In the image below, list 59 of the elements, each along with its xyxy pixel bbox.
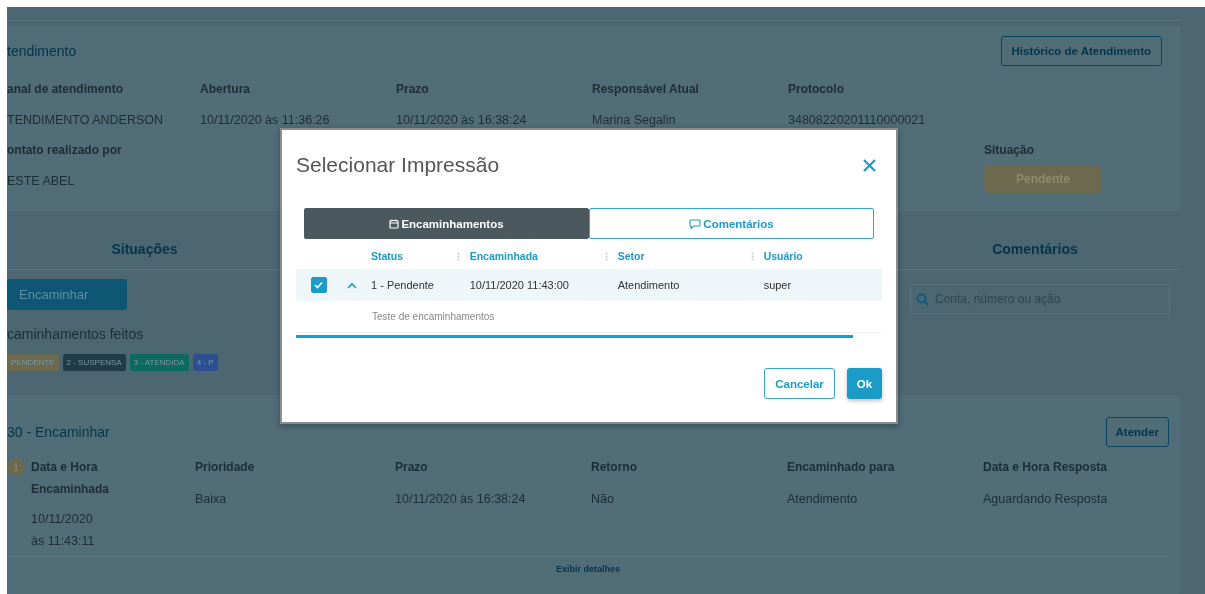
ok-button[interactable]: Ok: [847, 368, 882, 399]
caret-icon[interactable]: [347, 281, 358, 289]
attend-button[interactable]: Atender: [1105, 417, 1169, 447]
field-value: 10/11/2020 às 11:36:26: [200, 113, 331, 127]
table-cell: 10/11/2020 11:43:00: [469, 279, 569, 291]
table-cell: 1 - Pendente: [371, 279, 434, 291]
status-tag: PENDENTE: [7, 354, 59, 371]
details-link[interactable]: Exibir detalhes: [556, 564, 620, 574]
dialog-tab[interactable]: Encaminhamentos: [304, 208, 589, 239]
field-label: Prioridade: [195, 459, 255, 476]
field-value: ESTE ABEL: [7, 174, 76, 188]
field-label: Responsável Atual: [592, 82, 700, 96]
dialog-tab[interactable]: Comentários: [589, 208, 874, 239]
field-label: Encaminhado para: [787, 459, 895, 476]
card-title: 30 - Encaminhar: [7, 424, 110, 440]
close-icon[interactable]: [863, 158, 876, 172]
field-label: ontato realizado por: [7, 143, 123, 157]
field-label: Data e Hora Encaminhada: [31, 459, 111, 498]
dialog-title: Selecionar Impressão: [296, 153, 500, 177]
field-label: Prazo: [395, 459, 428, 476]
field-label: Data e Hora Resposta: [983, 459, 1108, 476]
column-header[interactable]: Status: [371, 250, 404, 262]
check-icon: [314, 281, 324, 289]
calendar-icon: [389, 218, 400, 229]
forward-button[interactable]: Encaminhar: [7, 279, 127, 310]
field-value: 10/11/2020 às 16:38:24: [396, 113, 528, 127]
horizontal-scrollbar[interactable]: [296, 335, 853, 338]
row-detail: Teste de encaminhamentos: [372, 311, 495, 322]
status-tag: 4 - P: [192, 354, 218, 371]
field-value: Baixa: [195, 492, 228, 506]
section-subtitle: caminhamentos feitos: [7, 326, 144, 342]
status-tag: 3 - ATENDIDA: [129, 354, 189, 371]
status-tag: 2 - SUSPENSA: [62, 354, 126, 371]
field-label: Prazo: [396, 82, 430, 96]
field-label: Retorno: [591, 459, 637, 476]
column-header[interactable]: Usuário: [763, 250, 803, 262]
field-label: Protocolo: [788, 82, 845, 96]
field-value: 10/11/2020 às 11:43:11: [31, 511, 96, 550]
search-icon: [916, 293, 929, 306]
field-label: anal de atendimento: [7, 82, 125, 96]
field-value: TENDIMENTO ANDERSON: [7, 113, 165, 127]
table-cell: super: [763, 279, 792, 291]
field-value: Não: [591, 492, 615, 506]
field-value: Aguardando Resposta: [983, 492, 1109, 506]
card-title: tendimento: [7, 43, 77, 59]
field-value: Atendimento: [787, 492, 859, 506]
field-value: Marina Segalin: [592, 113, 677, 127]
history-button[interactable]: Histórico de Atendimento: [1000, 36, 1162, 66]
column-header[interactable]: Encaminhada: [469, 250, 538, 262]
cancel-button[interactable]: Cancelar: [764, 368, 835, 399]
field-label: Situação: [984, 143, 1035, 157]
field-label: Abertura: [200, 82, 251, 96]
table-row[interactable]: 1 - Pendente 10/11/2020 11:43:00 Atendimento super: [296, 269, 882, 301]
field-value: 10/11/2020 às 16:38:24: [395, 492, 527, 506]
table-cell: Atendimento: [617, 279, 680, 291]
column-header[interactable]: Setor: [617, 250, 645, 262]
field-value: 34808220201110000021: [788, 113, 927, 127]
chat-icon: [689, 218, 702, 229]
row-checkbox[interactable]: [310, 277, 327, 293]
